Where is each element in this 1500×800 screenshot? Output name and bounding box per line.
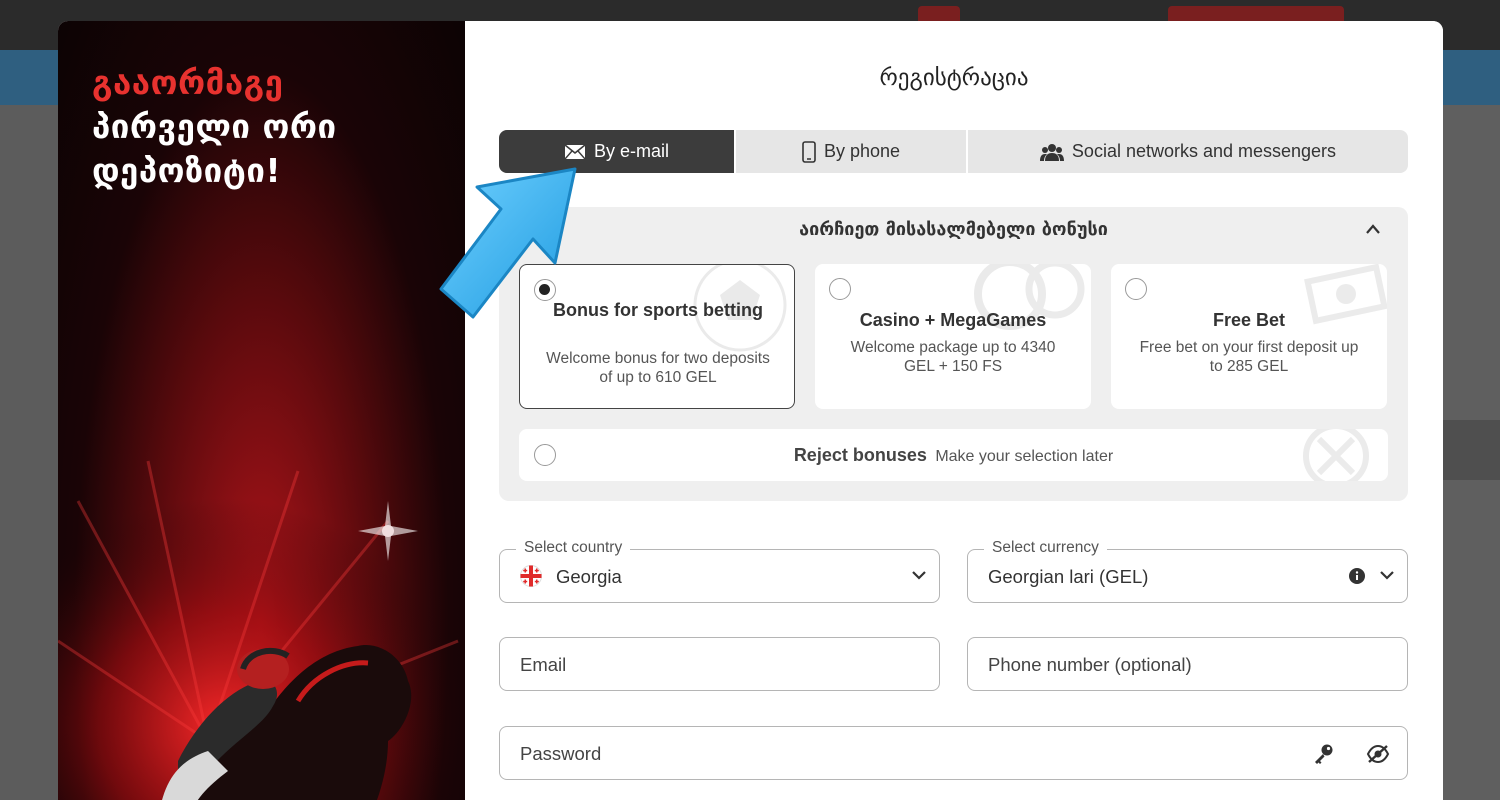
georgia-flag-icon (520, 565, 542, 587)
reject-bonuses-label: Reject bonuses (793, 445, 927, 465)
arrow-pointer-icon (439, 167, 577, 319)
promo-line-2: პირველი ორი (92, 107, 337, 146)
email-field[interactable]: Email (499, 637, 940, 691)
modal-title: რეგისტრაცია (879, 65, 1029, 91)
bonus-sports-description: Welcome bonus for two deposits of up to … (546, 350, 770, 386)
info-icon[interactable] (1349, 568, 1365, 584)
tab-by-phone-label: By phone (823, 141, 901, 161)
country-label: Select country (516, 539, 631, 557)
chevron-down-icon (1380, 571, 1394, 580)
registration-form: რეგისტრაცია By e-mail By phone Social ne… (439, 21, 1443, 800)
welcome-bonus-panel: აირჩიეთ მისასალმებელი ბონუსი Bonus for s… (499, 207, 1408, 501)
phone-field[interactable]: Phone number (optional) (967, 637, 1408, 691)
tab-by-email-label: By e-mail (593, 141, 669, 161)
bonus-casino-description: Welcome package up to 4340 GEL + 150 FS (850, 339, 1056, 375)
password-field[interactable]: Password (499, 726, 1408, 780)
bonus-option-casino[interactable]: Casino + MegaGames Welcome package up to… (815, 264, 1091, 409)
phone-placeholder: Phone number (optional) (988, 654, 1192, 675)
reject-bonuses-text: Reject bonuses Make your selection later (519, 445, 1388, 466)
registration-method-tabs: By e-mail By phone Social networks and m… (499, 130, 1408, 173)
bonus-casino-radio[interactable] (829, 278, 851, 300)
casino-chip-watermark-icon (974, 264, 1085, 330)
registration-modal: გააორმაგე პირველი ორი დეპოზიტი! რეგისტრა… (58, 21, 1443, 800)
currency-label: Select currency (984, 539, 1107, 557)
jockey-illustration (58, 441, 465, 800)
phone-icon (802, 140, 816, 163)
promo-line-3: დეპოზიტი! (92, 151, 282, 190)
promo-banner: გააორმაგე პირველი ორი დეპოზიტი! (58, 21, 465, 800)
promo-headline: გააორმაგე პირველი ორი დეპოზიტი! (92, 61, 337, 193)
reject-bonuses-note: Make your selection later (935, 448, 1114, 465)
bonus-freebet-name: Free Bet (1212, 310, 1286, 330)
bonus-section-title: აირჩიეთ მისასალმებელი ბონუსი (799, 219, 1108, 240)
bonus-option-freebet[interactable]: Free Bet Free bet on your first deposit … (1111, 264, 1387, 409)
bonus-casino-name: Casino + MegaGames (859, 310, 1047, 330)
currency-value: Georgian lari (GEL) (988, 566, 1149, 587)
reject-bonuses-option[interactable]: Reject bonuses Make your selection later (519, 429, 1388, 481)
currency-select[interactable]: Select currency Georgian lari (GEL) (967, 539, 1408, 603)
tab-social-networks-label: Social networks and messengers (1071, 141, 1337, 161)
users-icon (1039, 143, 1064, 161)
promo-line-1: გააორმაგე (92, 63, 284, 102)
background-left-panel (0, 105, 58, 800)
chevron-up-icon[interactable] (1365, 223, 1381, 235)
tab-by-phone[interactable]: By phone (736, 130, 968, 173)
background-right-strip (1443, 420, 1500, 480)
email-placeholder: Email (520, 654, 567, 675)
envelope-icon (564, 143, 586, 159)
country-select[interactable]: Select country Georgia (499, 539, 940, 603)
tab-social-networks[interactable]: Social networks and messengers (968, 130, 1408, 173)
key-icon[interactable] (1312, 743, 1334, 765)
country-value: Georgia (556, 566, 622, 587)
eye-off-icon[interactable] (1366, 744, 1390, 764)
bonus-freebet-description: Free bet on your first deposit up to 285… (1139, 339, 1359, 375)
chevron-down-icon (912, 571, 926, 580)
password-placeholder: Password (520, 743, 602, 764)
bonus-freebet-radio[interactable] (1125, 278, 1147, 300)
